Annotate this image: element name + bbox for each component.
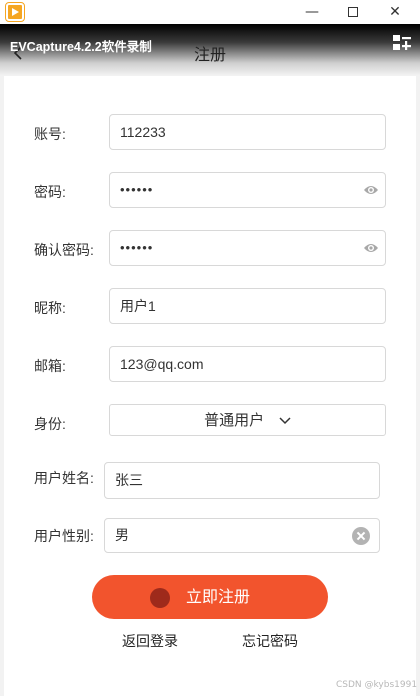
close-button[interactable]: ✕	[375, 0, 415, 24]
clear-icon[interactable]	[352, 527, 370, 545]
page-title: 注册	[193, 45, 226, 64]
eye-icon[interactable]	[363, 184, 379, 196]
identity-label: 身份:	[34, 416, 66, 432]
confirm-password-input[interactable]: ••••••	[109, 230, 386, 266]
app-icon	[5, 2, 25, 22]
nickname-input[interactable]: 用户1	[109, 288, 386, 324]
real-name-input[interactable]: 张三	[104, 462, 380, 499]
password-label: 密码:	[34, 184, 66, 200]
window-titlebar: — ✕	[0, 0, 420, 24]
watermark: CSDN @kybs1991	[336, 680, 418, 690]
grid-menu-icon[interactable]	[393, 35, 411, 51]
gender-label: 用户性别:	[34, 528, 94, 544]
gender-input[interactable]: 男	[104, 518, 380, 553]
page-header: EVCapture4.2.2软件录制 注册	[0, 24, 420, 76]
email-label: 邮箱:	[34, 358, 66, 374]
identity-select[interactable]: 普通用户	[109, 404, 386, 436]
account-input[interactable]: 112233	[109, 114, 386, 150]
click-indicator	[150, 588, 170, 608]
register-button-label: 立即注册	[185, 587, 250, 606]
nickname-label: 昵称:	[34, 300, 66, 316]
real-name-label: 用户姓名:	[34, 470, 94, 486]
chevron-down-icon	[279, 416, 291, 424]
maximize-button[interactable]	[333, 0, 373, 24]
maximize-icon	[348, 7, 358, 17]
forgot-password-link[interactable]: 忘记密码	[242, 631, 298, 651]
confirm-password-label: 确认密码:	[34, 242, 94, 258]
email-input[interactable]: 123@qq.com	[109, 346, 386, 382]
minimize-button[interactable]: —	[292, 0, 332, 24]
eye-icon[interactable]	[363, 242, 379, 254]
back-to-login-link[interactable]: 返回登录	[122, 631, 178, 651]
account-label: 账号:	[34, 126, 66, 142]
password-input[interactable]: ••••••	[109, 172, 386, 208]
register-button[interactable]: 立即注册	[92, 575, 328, 619]
identity-select-value: 普通用户	[204, 411, 265, 429]
